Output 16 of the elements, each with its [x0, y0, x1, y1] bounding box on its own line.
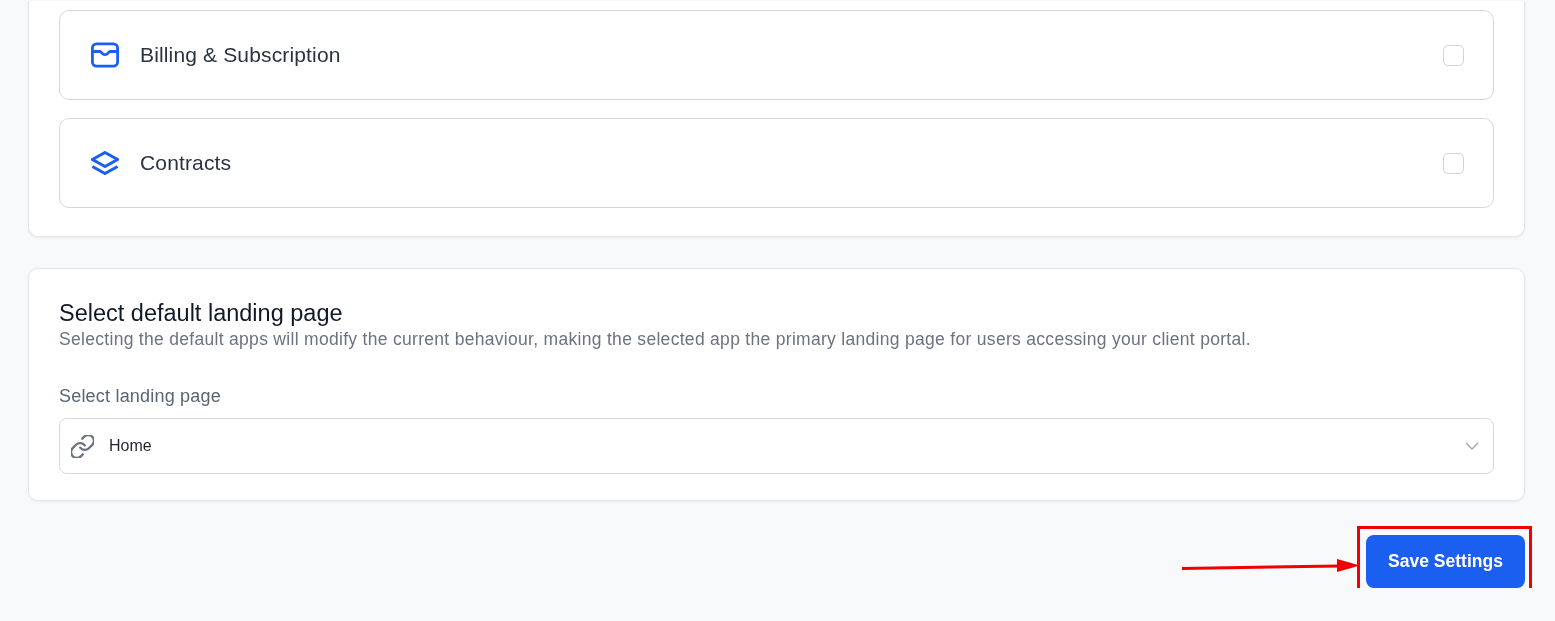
app-name: Billing & Subscription: [140, 43, 342, 67]
field-label: Select landing page: [59, 385, 222, 408]
app-option-card[interactable]: Billing & Subscription: [59, 10, 1494, 100]
checkbox[interactable]: [1443, 152, 1464, 174]
layers-icon: [91, 151, 119, 175]
section-description: Selecting the default apps will modify the current behaviour, making the selected app the primary landing page for users accessing your client portal.: [59, 328, 1252, 351]
checkbox[interactable]: [1443, 44, 1464, 66]
landing-page-select[interactable]: Home: [59, 418, 1494, 474]
select-value: Home: [109, 437, 153, 455]
chevron-down-icon: [1465, 442, 1479, 450]
wallet-icon: [91, 41, 119, 69]
link-icon: [71, 434, 94, 458]
app-name: Contracts: [140, 151, 233, 175]
save-settings-button[interactable]: Save Settings: [1366, 535, 1525, 588]
app-option-card[interactable]: Contracts: [59, 118, 1494, 208]
section-title: Select default landing page: [59, 299, 344, 327]
